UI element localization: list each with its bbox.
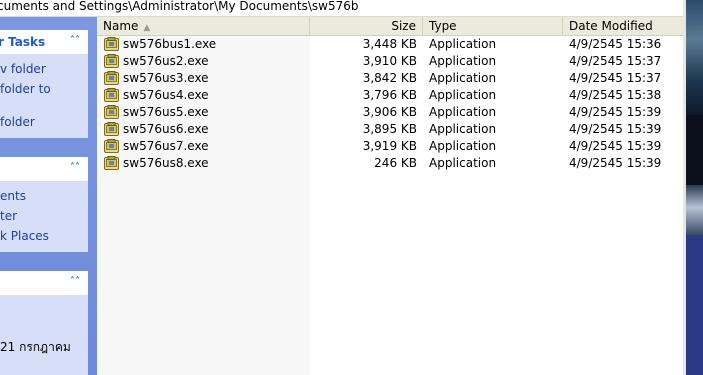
file-date-modified: 4/9/2545 15:37 [569, 54, 662, 68]
file-type: Application [429, 37, 497, 51]
file-type: Application [429, 139, 497, 153]
file-name: sw576us4.exe [123, 88, 209, 102]
file-size: 3,906 KB [362, 105, 417, 119]
file-type: Application [429, 122, 497, 136]
file-date-modified: 4/9/2545 15:39 [569, 156, 662, 170]
file-name: sw576us3.exe [123, 71, 209, 85]
file-size: 3,842 KB [362, 71, 417, 85]
place-network-places[interactable]: k Places [0, 229, 49, 243]
file-date-modified: 4/9/2545 15:39 [569, 139, 662, 153]
file-date-modified: 4/9/2545 15:39 [569, 105, 662, 119]
file-size: 3,910 KB [362, 54, 417, 68]
file-size: 246 KB [374, 156, 417, 170]
file-date-modified: 4/9/2545 15:38 [569, 88, 662, 102]
sort-ascending-icon: ▲ [143, 23, 151, 33]
file-size: 3,796 KB [362, 88, 417, 102]
column-header-date-modified[interactable]: Date Modified [563, 17, 683, 35]
file-row[interactable]: sw576us7.exe 3,919 KB Application 4/9/2545 … [97, 138, 683, 155]
task-pane: r Tasks ˄˄ v folder folder to folder ˄˄ … [0, 17, 97, 375]
file-name: sw576us7.exe [123, 139, 209, 153]
details-group: ˄˄ 21 กรกฎาคม [0, 271, 88, 375]
file-row[interactable]: sw576us6.exe 3,895 KB Application 4/9/2545 … [97, 121, 683, 138]
column-label: Type [429, 19, 457, 33]
file-type: Application [429, 88, 497, 102]
chevron-up-icon[interactable]: ˄˄ [67, 160, 83, 176]
chevron-up-icon[interactable]: ˄˄ [67, 33, 83, 49]
chevron-up-icon[interactable]: ˄˄ [67, 274, 83, 290]
task-make-new-folder[interactable]: v folder [0, 62, 46, 76]
column-header-size[interactable]: Size [310, 17, 423, 35]
file-list-view[interactable]: Name ▲ Size Type Date Modified sw576bus1.… [97, 17, 683, 375]
file-row[interactable]: sw576us4.exe 3,796 KB Application 4/9/2545 … [97, 87, 683, 104]
desktop-background [686, 0, 703, 375]
installer-exe-icon [104, 54, 119, 68]
task-publish-folder[interactable]: folder to [0, 82, 51, 96]
column-header-type[interactable]: Type [423, 17, 563, 35]
file-date-modified: 4/9/2545 15:39 [569, 122, 662, 136]
file-type: Application [429, 54, 497, 68]
installer-exe-icon [104, 37, 119, 51]
details-header[interactable]: ˄˄ [0, 271, 88, 295]
file-type: Application [429, 156, 497, 170]
file-name: sw576us6.exe [123, 122, 209, 136]
other-places-header[interactable]: ˄˄ [0, 157, 88, 181]
column-label: Size [391, 19, 416, 33]
file-name: sw576us8.exe [123, 156, 209, 170]
installer-exe-icon [104, 139, 119, 153]
file-name: sw576us5.exe [123, 105, 209, 119]
file-type: Application [429, 71, 497, 85]
address-path: cuments and Settings\Administrator\My Do… [0, 0, 359, 13]
column-header-name[interactable]: Name ▲ [97, 17, 310, 35]
installer-exe-icon [104, 88, 119, 102]
file-type: Application [429, 105, 497, 119]
column-label: Date Modified [569, 19, 653, 33]
file-name: sw576bus1.exe [123, 37, 217, 51]
address-bar[interactable]: cuments and Settings\Administrator\My Do… [0, 0, 683, 17]
file-row[interactable]: sw576us3.exe 3,842 KB Application 4/9/2545 … [97, 70, 683, 87]
place-my-computer[interactable]: ter [0, 209, 17, 223]
file-folder-tasks-group: r Tasks ˄˄ v folder folder to folder [0, 30, 88, 138]
installer-exe-icon [104, 156, 119, 170]
installer-exe-icon [104, 122, 119, 136]
column-header-bar: Name ▲ Size Type Date Modified [97, 17, 683, 36]
place-my-documents[interactable]: ents [0, 189, 26, 203]
installer-exe-icon [104, 105, 119, 119]
installer-exe-icon [104, 71, 119, 85]
file-row[interactable]: sw576us2.exe 3,910 KB Application 4/9/2545 … [97, 53, 683, 70]
file-folder-tasks-header[interactable]: r Tasks ˄˄ [0, 30, 88, 54]
column-label: Name [103, 19, 139, 33]
details-date-modified: 21 กรกฎาคม [0, 340, 71, 354]
task-share-folder[interactable]: folder [0, 115, 35, 129]
file-size: 3,895 KB [362, 122, 417, 136]
file-row[interactable]: sw576us8.exe 246 KB Application 4/9/2545 15… [97, 155, 683, 172]
file-row[interactable]: sw576us5.exe 3,906 KB Application 4/9/2545 … [97, 104, 683, 121]
other-places-group: ˄˄ ents ter k Places [0, 157, 88, 252]
group-title: r Tasks [0, 35, 46, 49]
file-size: 3,448 KB [362, 37, 417, 51]
file-date-modified: 4/9/2545 15:37 [569, 71, 662, 85]
file-size: 3,919 KB [362, 139, 417, 153]
file-name: sw576us2.exe [123, 54, 209, 68]
file-date-modified: 4/9/2545 15:36 [569, 37, 662, 51]
file-row[interactable]: sw576bus1.exe 3,448 KB Application 4/9/2545… [97, 36, 683, 53]
